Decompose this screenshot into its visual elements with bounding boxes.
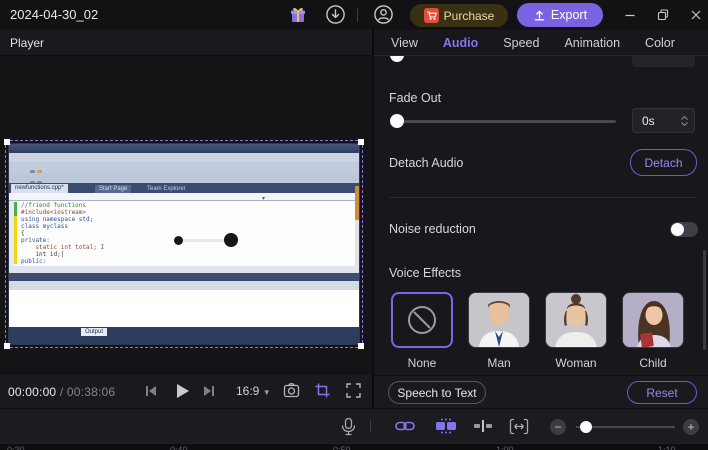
inspector-actions: Speech to Text Reset: [374, 375, 708, 408]
timeline-ruler[interactable]: 0:30 0:40 0:50 1:00 1:10: [0, 443, 708, 450]
link-clips-icon[interactable]: [395, 419, 415, 438]
voice-effects-row: None Man Woman Child: [374, 292, 708, 374]
detach-button[interactable]: Detach: [630, 149, 697, 176]
record-voiceover-icon[interactable]: [340, 417, 357, 441]
stepper-up-icon[interactable]: [681, 115, 688, 120]
fade-out-slider-track[interactable]: [390, 120, 616, 123]
minimize-button[interactable]: [615, 3, 645, 27]
fade-out-stepper[interactable]: [681, 115, 688, 126]
inspector-scrollbar[interactable]: [703, 250, 706, 350]
auto-ripple-icon[interactable]: [434, 418, 458, 439]
voice-man-label: Man: [487, 356, 511, 370]
fade-out-input[interactable]: 0s: [632, 108, 695, 133]
toggle-knob: [671, 223, 684, 236]
project-title: 2024-04-30_02: [10, 7, 99, 22]
voice-child-label: Child: [639, 356, 667, 370]
tab-animation[interactable]: Animation: [564, 36, 620, 50]
ruler-label: 0:40: [170, 445, 188, 450]
fade-out-label: Fade Out: [389, 91, 442, 105]
chevron-down-icon: ▼: [262, 388, 271, 397]
noise-reduction-label: Noise reduction: [389, 222, 476, 236]
close-button[interactable]: [681, 3, 708, 27]
cart-icon: [423, 8, 439, 23]
export-icon: [534, 10, 545, 20]
speech-to-text-button[interactable]: Speech to Text: [388, 381, 486, 404]
timeline-zoom-handle[interactable]: [580, 421, 592, 433]
fade-in-input-partial[interactable]: [632, 56, 695, 67]
app-window: 2024-04-30_02 Purchase Export Player new…: [0, 0, 708, 450]
previous-frame-button[interactable]: [143, 383, 159, 404]
restore-button[interactable]: [648, 3, 678, 27]
voice-effects-label: Voice Effects: [389, 266, 462, 280]
voice-child-card[interactable]: [622, 292, 684, 348]
download-icon[interactable]: [325, 4, 346, 30]
time-separator: /: [56, 384, 67, 399]
fade-out-slider-handle[interactable]: [390, 114, 404, 128]
tab-audio[interactable]: Audio: [443, 36, 478, 50]
resize-handle-br[interactable]: [358, 343, 364, 349]
player-header-label: Player: [10, 35, 45, 50]
gift-icon[interactable]: [288, 5, 308, 30]
resize-handle-bl[interactable]: [4, 343, 10, 349]
export-label: Export: [550, 8, 588, 22]
player-header: Player: [0, 30, 372, 56]
ruler-label: 1:00: [496, 445, 514, 450]
crop-icon[interactable]: [314, 382, 331, 404]
inspector-panel: View Audio Speed Animation Color Fade Ou…: [374, 30, 708, 408]
child-photo: [623, 293, 683, 347]
play-button[interactable]: [172, 381, 192, 406]
purchase-label: Purchase: [443, 8, 495, 23]
man-photo: [469, 293, 529, 347]
woman-photo: [546, 293, 606, 347]
zoom-in-button[interactable]: +: [683, 419, 699, 435]
zoom-out-button[interactable]: −: [550, 419, 566, 435]
aspect-ratio-dropdown[interactable]: 16:9 ▼: [236, 384, 271, 398]
noise-reduction-toggle[interactable]: [670, 222, 698, 237]
section-divider: [389, 197, 697, 198]
clip-selection-frame[interactable]: [4, 139, 364, 349]
video-preview-area[interactable]: chapter01 - Microsoft Visual Studio File…: [0, 56, 372, 390]
purchase-button[interactable]: Purchase: [410, 4, 508, 27]
stepper-down-icon[interactable]: [681, 121, 688, 126]
voice-man-card[interactable]: [468, 292, 530, 348]
resize-handle-tr[interactable]: [358, 139, 364, 145]
titlebar: 2024-04-30_02 Purchase Export: [0, 0, 708, 30]
fit-timeline-icon[interactable]: [509, 418, 529, 440]
player-controls: 00:00:00 / 00:38:06 16:9 ▼: [0, 375, 372, 408]
voice-woman-card[interactable]: [545, 292, 607, 348]
export-button[interactable]: Export: [517, 3, 603, 27]
resize-handle-tl[interactable]: [4, 139, 10, 145]
inspector-body: Fade Out 0s Detach Audio Detach Noise re…: [374, 56, 708, 375]
voice-woman-label: Woman: [555, 356, 597, 370]
toolbar-divider: [370, 419, 371, 433]
reset-button[interactable]: Reset: [627, 381, 697, 404]
account-icon[interactable]: [373, 4, 394, 30]
split-icon[interactable]: [472, 419, 494, 438]
fade-in-slider-handle[interactable]: [390, 56, 404, 62]
voice-none-card[interactable]: [391, 292, 453, 348]
ruler-label: 1:10: [658, 445, 676, 450]
tab-view[interactable]: View: [391, 36, 418, 50]
detach-audio-label: Detach Audio: [389, 156, 464, 170]
fade-out-value: 0s: [642, 113, 655, 128]
voice-none-label: None: [407, 356, 437, 370]
snapshot-icon[interactable]: [283, 382, 300, 404]
inspector-tabs: View Audio Speed Animation Color: [374, 30, 708, 56]
ruler-label: 0:30: [7, 445, 25, 450]
tab-color[interactable]: Color: [645, 36, 675, 50]
tab-speed[interactable]: Speed: [503, 36, 539, 50]
titlebar-divider: [357, 8, 358, 22]
none-icon: [408, 306, 436, 334]
duration: 00:38:06: [66, 384, 116, 399]
next-frame-button[interactable]: [201, 383, 217, 404]
timecode: 00:00:00 / 00:38:06: [8, 385, 115, 399]
current-time: 00:00:00: [8, 384, 57, 399]
timeline-toolbar: − +: [0, 408, 708, 443]
player-panel: Player chapter01 - Microsoft Visual Stud…: [0, 30, 372, 408]
fullscreen-icon[interactable]: [345, 382, 362, 404]
ruler-label: 0:50: [333, 445, 351, 450]
